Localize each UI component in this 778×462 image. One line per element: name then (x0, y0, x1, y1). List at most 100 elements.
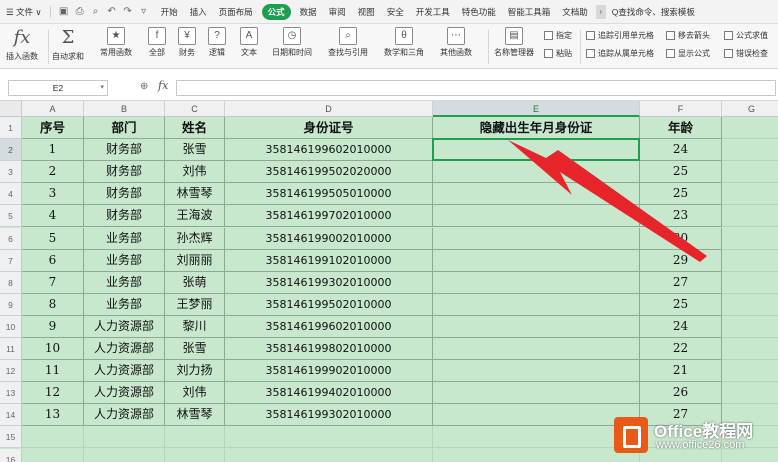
table-cell[interactable]: 人力资源部 (84, 382, 165, 405)
empty-cell[interactable] (722, 294, 778, 316)
table-cell[interactable]: 7 (22, 271, 84, 294)
table-cell[interactable]: 2 (22, 161, 84, 184)
column-header-b[interactable]: B (84, 101, 165, 117)
row-header-1[interactable]: 1 (0, 117, 22, 140)
empty-cell[interactable] (225, 448, 433, 462)
table-cell[interactable]: 25 (640, 293, 722, 316)
table-cell[interactable]: 26 (640, 382, 722, 405)
table-cell[interactable]: 孙杰辉 (165, 227, 225, 250)
empty-cell[interactable] (722, 205, 778, 228)
table-cell[interactable]: 业务部 (84, 249, 165, 272)
print-icon[interactable]: ⎙ (75, 6, 85, 17)
table-cell[interactable] (433, 183, 640, 206)
table-cell[interactable]: 人力资源部 (84, 360, 165, 383)
tab-6[interactable]: 视图 (352, 0, 381, 24)
lookup-button[interactable]: ⌕ 查找与引用 (328, 27, 368, 58)
table-cell[interactable]: 21 (640, 360, 722, 383)
row-header-15[interactable]: 15 (0, 426, 22, 449)
row-header-2[interactable]: 2 (0, 139, 22, 162)
row-header-4[interactable]: 4 (0, 183, 22, 206)
all-functions-button[interactable]: f 全部 (148, 27, 166, 58)
finance-button[interactable]: ¥ 财务 (178, 27, 196, 58)
table-cell[interactable]: 25 (640, 183, 722, 206)
column-header-c[interactable]: C (165, 101, 225, 117)
customize-icon[interactable]: ▿ (139, 6, 149, 17)
text-functions-button[interactable]: A 文本 (240, 27, 258, 58)
trace-dependents-button[interactable]: 追踪从属单元格 (586, 48, 654, 59)
row-header-10[interactable]: 10 (0, 315, 22, 338)
remove-arrows-button[interactable]: 移去箭头 (666, 30, 710, 41)
math-button[interactable]: θ 数学和三角 (384, 27, 424, 58)
table-cell[interactable]: 财务部 (84, 139, 165, 162)
table-cell[interactable]: 358146199102010000 (225, 249, 433, 272)
table-cell[interactable]: 358146199502020000 (225, 161, 433, 184)
name-manager-button[interactable]: ▤ 名称管理器 (494, 27, 534, 58)
table-cell[interactable]: 358146199802010000 (225, 338, 433, 361)
select-all-corner[interactable] (0, 101, 22, 117)
table-cell[interactable]: 财务部 (84, 205, 165, 228)
row-header-16[interactable]: 16 (0, 448, 22, 462)
show-formulas-button[interactable]: 显示公式 (666, 48, 710, 59)
table-cell[interactable]: 358146199502010000 (225, 293, 433, 316)
table-cell[interactable]: 358146199302010000 (225, 404, 433, 427)
table-cell[interactable] (433, 315, 640, 338)
table-cell[interactable]: 张雪 (165, 338, 225, 361)
table-cell[interactable]: 张萌 (165, 271, 225, 294)
header-cell[interactable]: 序号 (22, 117, 84, 140)
trace-precedents-button[interactable]: 追踪引用单元格 (586, 30, 654, 41)
table-cell[interactable]: 358146199505010000 (225, 183, 433, 206)
table-cell[interactable]: 财务部 (84, 161, 165, 184)
row-header-7[interactable]: 7 (0, 249, 22, 272)
file-menu[interactable]: ☰ 文件 ∨ (0, 0, 48, 24)
table-cell[interactable]: 刘伟 (165, 382, 225, 405)
redo-icon[interactable]: ↷ (123, 6, 133, 17)
table-cell[interactable]: 24 (640, 315, 722, 338)
empty-cell[interactable] (722, 272, 778, 294)
more-tabs-icon[interactable]: › (595, 4, 606, 19)
row-header-9[interactable]: 9 (0, 293, 22, 316)
table-cell[interactable]: 29 (640, 249, 722, 272)
table-cell[interactable] (433, 271, 640, 294)
row-header-3[interactable]: 3 (0, 161, 22, 184)
table-cell[interactable]: 刘伟 (165, 161, 225, 184)
table-cell[interactable]: 3 (22, 183, 84, 206)
empty-cell[interactable] (722, 382, 778, 405)
empty-cell[interactable] (22, 448, 84, 462)
table-cell[interactable]: 8 (22, 293, 84, 316)
empty-cell[interactable] (165, 448, 225, 462)
row-header-8[interactable]: 8 (0, 271, 22, 294)
empty-cell[interactable] (22, 426, 84, 449)
formula-input[interactable] (176, 80, 776, 96)
table-cell[interactable] (433, 338, 640, 361)
table-cell[interactable]: 24 (640, 139, 722, 162)
paste-name-button[interactable]: 粘贴 (544, 48, 572, 59)
column-header-g[interactable]: G (722, 101, 778, 117)
empty-cell[interactable] (722, 117, 778, 140)
table-cell[interactable]: 22 (640, 338, 722, 361)
table-cell[interactable]: 人力资源部 (84, 315, 165, 338)
table-cell[interactable]: 刘力扬 (165, 360, 225, 383)
table-cell[interactable]: 人力资源部 (84, 404, 165, 427)
tab-1[interactable]: 插入 (184, 0, 213, 24)
empty-cell[interactable] (722, 228, 778, 250)
table-cell[interactable]: 林雪琴 (165, 183, 225, 206)
column-header-a[interactable]: A (22, 101, 84, 117)
table-cell[interactable]: 业务部 (84, 271, 165, 294)
undo-icon[interactable]: ↶ (107, 6, 117, 17)
selected-cell-e2[interactable] (432, 138, 640, 162)
print-preview-icon[interactable]: ⌕ (91, 6, 101, 17)
specify-button[interactable]: 指定 (544, 30, 572, 41)
table-cell[interactable] (433, 161, 640, 184)
logic-button[interactable]: ? 逻辑 (208, 27, 226, 58)
table-cell[interactable]: 12 (22, 382, 84, 405)
row-header-12[interactable]: 12 (0, 360, 22, 383)
table-cell[interactable]: 业务部 (84, 293, 165, 316)
table-cell[interactable]: 27 (640, 271, 722, 294)
tab-2[interactable]: 页面布局 (213, 0, 259, 24)
table-cell[interactable]: 林雪琴 (165, 404, 225, 427)
tab-7[interactable]: 安全 (381, 0, 410, 24)
table-cell[interactable]: 黎川 (165, 315, 225, 338)
table-cell[interactable]: 11 (22, 360, 84, 383)
insert-function-button[interactable]: fx 插入函数 (6, 27, 38, 62)
chevron-down-icon[interactable]: ▾ (100, 81, 104, 95)
